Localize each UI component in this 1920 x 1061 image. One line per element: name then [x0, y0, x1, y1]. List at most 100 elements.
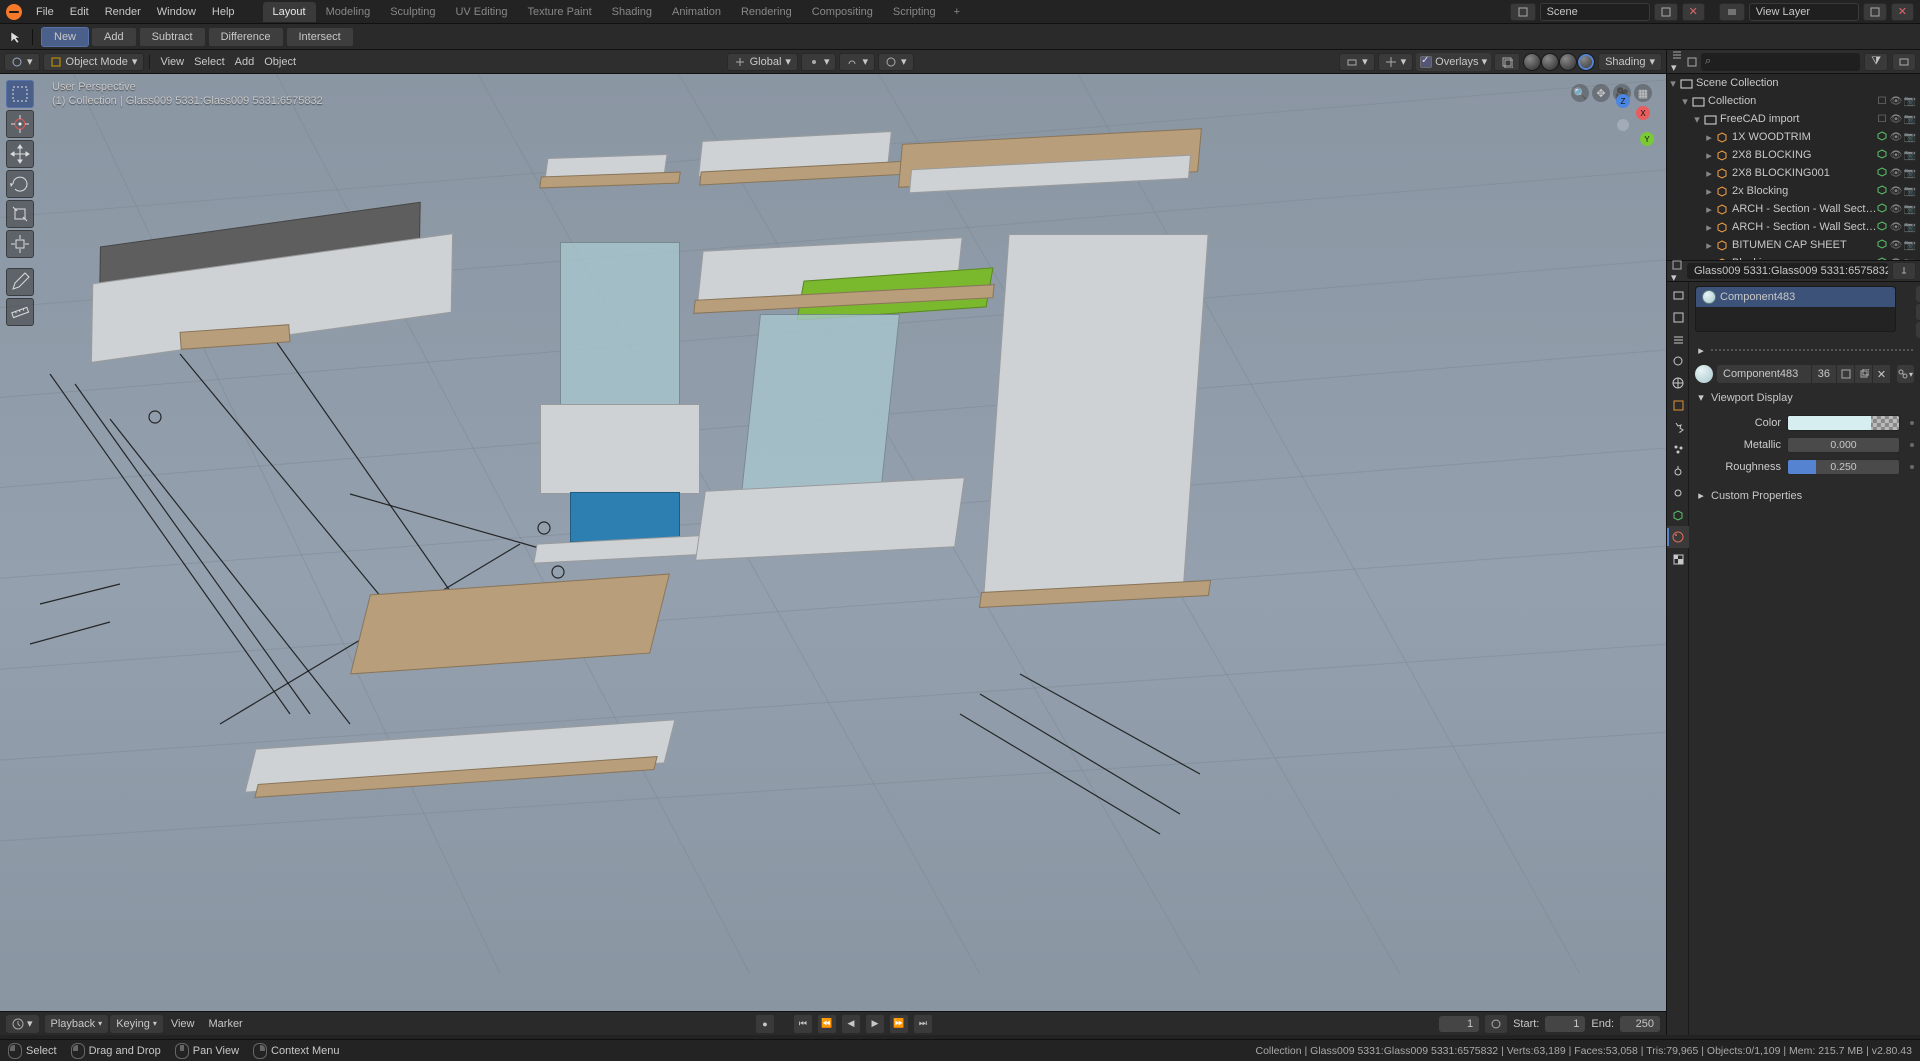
- texture-tab[interactable]: [1667, 548, 1689, 570]
- disable-render-icon[interactable]: 📷: [1904, 131, 1916, 143]
- 3d-viewport[interactable]: User Perspective (1) Collection | Glass0…: [0, 74, 1666, 1011]
- end-frame-field[interactable]: 250: [1620, 1016, 1660, 1032]
- top-menu-render[interactable]: Render: [97, 2, 149, 22]
- hide-icon[interactable]: 👁: [1890, 185, 1902, 197]
- workspace-tab-scripting[interactable]: Scripting: [883, 2, 946, 22]
- workspace-tab-sculpting[interactable]: Sculpting: [380, 2, 445, 22]
- color-field[interactable]: [1787, 415, 1900, 431]
- material-name-field[interactable]: Component483: [1717, 365, 1811, 383]
- play-button[interactable]: ▶: [866, 1015, 884, 1033]
- timeline-menu-keying[interactable]: Keying ▾: [110, 1015, 163, 1033]
- constraints-tab[interactable]: [1667, 482, 1689, 504]
- workspace-tab-layout[interactable]: Layout: [263, 2, 316, 22]
- disable-icon[interactable]: 📷: [1904, 95, 1916, 107]
- use-nodes-button[interactable]: ▾: [1896, 365, 1914, 383]
- disclosure-icon[interactable]: ▸: [1703, 167, 1715, 180]
- workspace-tab-compositing[interactable]: Compositing: [802, 2, 883, 22]
- rendered-shading-button[interactable]: [1577, 53, 1595, 71]
- material-copy-button[interactable]: [1854, 365, 1872, 383]
- outliner-item[interactable]: ▸2X8 BLOCKING001 👁📷: [1667, 164, 1920, 182]
- hide-icon[interactable]: 👁: [1890, 131, 1902, 143]
- outliner-editor-dropdown[interactable]: ▾: [1671, 50, 1683, 74]
- disclosure-icon[interactable]: ▾: [1667, 77, 1679, 90]
- jump-last-button[interactable]: ⏭: [914, 1015, 932, 1033]
- outliner-item[interactable]: ▸ARCH - Section - Wall Section K - 2 👁📷: [1667, 218, 1920, 236]
- pin-button[interactable]: [1892, 262, 1916, 280]
- timeline-menu-marker[interactable]: Marker: [203, 1015, 249, 1033]
- hide-icon[interactable]: 👁: [1890, 167, 1902, 179]
- disclosure-icon[interactable]: ▸: [1703, 149, 1715, 162]
- workspace-tab-uv-editing[interactable]: UV Editing: [445, 2, 517, 22]
- material-new-button[interactable]: [1836, 365, 1854, 383]
- autokey-button[interactable]: ●: [756, 1015, 774, 1033]
- workspace-tab-shading[interactable]: Shading: [602, 2, 662, 22]
- disable-render-icon[interactable]: 📷: [1904, 149, 1916, 161]
- viewport-display-panel-header[interactable]: ▾ Viewport Display: [1695, 388, 1914, 407]
- top-menu-file[interactable]: File: [28, 2, 62, 22]
- outliner-freecad-import[interactable]: ▾FreeCAD import☐👁📷: [1667, 110, 1920, 128]
- viewlayer-delete-button[interactable]: ✕: [1891, 3, 1914, 21]
- outliner-item[interactable]: ▸2x Blocking 👁📷: [1667, 182, 1920, 200]
- particles-tab[interactable]: [1667, 438, 1689, 460]
- jump-prev-key-button[interactable]: ⏪: [818, 1015, 836, 1033]
- disclosure-icon[interactable]: ▸: [1703, 221, 1715, 234]
- animate-dot-icon[interactable]: [1910, 465, 1914, 469]
- navigation-gizmo[interactable]: Z X Y: [1596, 98, 1650, 152]
- outliner-item[interactable]: ▸1X WOODTRIM 👁📷: [1667, 128, 1920, 146]
- properties-editor-dropdown[interactable]: ▾: [1671, 259, 1683, 284]
- viewport-menu-view[interactable]: View: [155, 56, 189, 68]
- scene-tab[interactable]: [1667, 350, 1689, 372]
- output-tab[interactable]: [1667, 306, 1689, 328]
- viewlayer-name-field[interactable]: View Layer: [1749, 3, 1859, 21]
- outliner-filter-button[interactable]: ⧩: [1864, 53, 1888, 71]
- animate-dot-icon[interactable]: [1910, 443, 1914, 447]
- hide-icon[interactable]: 👁: [1890, 203, 1902, 215]
- play-reverse-button[interactable]: ◀: [842, 1015, 860, 1033]
- render-tab[interactable]: [1667, 284, 1689, 306]
- editor-type-dropdown[interactable]: ▾: [4, 53, 40, 71]
- tool-cursor-button[interactable]: [6, 110, 34, 138]
- exclude-icon[interactable]: ☐: [1876, 113, 1888, 125]
- scene-delete-button[interactable]: ✕: [1682, 3, 1705, 21]
- top-menu-edit[interactable]: Edit: [62, 2, 97, 22]
- disable-render-icon[interactable]: 📷: [1904, 221, 1916, 233]
- jump-first-button[interactable]: ⏮: [794, 1015, 812, 1033]
- slot-expand-icon[interactable]: ▸: [1695, 344, 1707, 357]
- roughness-slider[interactable]: 0.250: [1787, 459, 1900, 475]
- hide-icon[interactable]: 👁: [1890, 239, 1902, 251]
- scene-name-field[interactable]: Scene: [1540, 3, 1650, 21]
- timeline-menu-view[interactable]: View: [165, 1015, 201, 1033]
- modifier-tab[interactable]: [1667, 416, 1689, 438]
- lookdev-shading-button[interactable]: [1559, 53, 1577, 71]
- add-material-slot-button[interactable]: +: [1916, 286, 1920, 302]
- animate-dot-icon[interactable]: [1910, 421, 1914, 425]
- transform-orientation-dropdown[interactable]: Global▾: [727, 53, 798, 71]
- bool-op-subtract[interactable]: Subtract: [139, 27, 206, 47]
- exclude-icon[interactable]: ☐: [1876, 95, 1888, 107]
- scene-new-button[interactable]: [1654, 3, 1678, 21]
- pivot-point-dropdown[interactable]: ▾: [801, 53, 837, 71]
- jump-next-key-button[interactable]: ⏩: [890, 1015, 908, 1033]
- top-menu-window[interactable]: Window: [149, 2, 204, 22]
- hide-icon[interactable]: 👁: [1890, 257, 1902, 260]
- disable-render-icon[interactable]: 📷: [1904, 203, 1916, 215]
- custom-properties-panel-header[interactable]: ▸ Custom Properties: [1695, 486, 1914, 505]
- bool-op-difference[interactable]: Difference: [208, 27, 284, 47]
- frame-range-lock-icon[interactable]: [1485, 1015, 1507, 1033]
- disable-render-icon[interactable]: 📷: [1904, 257, 1916, 260]
- tool-scale-button[interactable]: [6, 200, 34, 228]
- tool-transform-button[interactable]: [6, 230, 34, 258]
- wireframe-shading-button[interactable]: [1523, 53, 1541, 71]
- object-visibility-dropdown[interactable]: ▾: [1339, 53, 1375, 71]
- tool-select-box-button[interactable]: [6, 80, 34, 108]
- hide-icon[interactable]: 👁: [1890, 113, 1902, 125]
- mesh-tab[interactable]: [1667, 504, 1689, 526]
- axis-z-icon[interactable]: Z: [1616, 94, 1630, 108]
- axis-x-icon[interactable]: X: [1636, 106, 1650, 120]
- nav-zoom-icon[interactable]: 🔍: [1571, 84, 1589, 102]
- material-slot-list[interactable]: Component483: [1695, 286, 1896, 332]
- add-workspace-button[interactable]: +: [946, 2, 968, 22]
- disclosure-icon[interactable]: ▾: [1679, 95, 1691, 108]
- viewlayer-tab[interactable]: [1667, 328, 1689, 350]
- bool-op-new[interactable]: New: [41, 27, 89, 47]
